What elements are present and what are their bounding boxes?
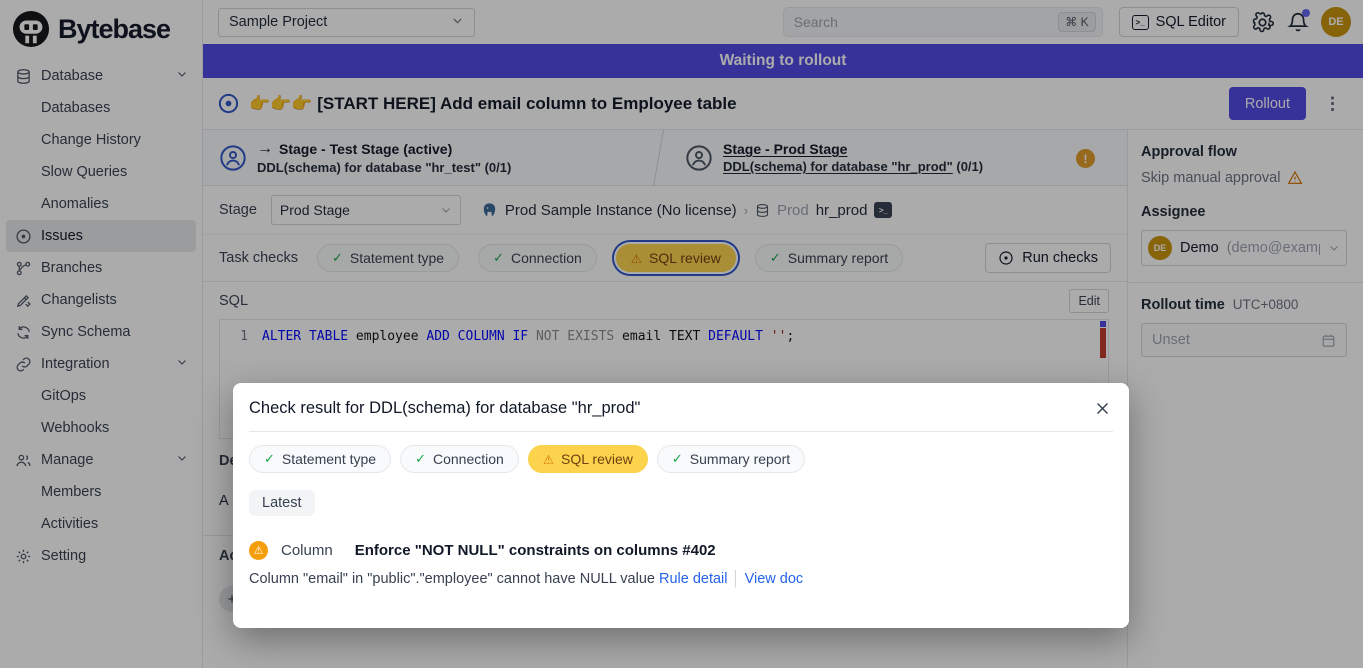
- check-pass-icon: ✓: [264, 451, 275, 467]
- modal-divider: [249, 431, 1113, 432]
- warning-circle-icon: ⚠: [249, 541, 268, 560]
- view-doc-link[interactable]: View doc: [745, 571, 804, 587]
- rule-detail-link[interactable]: Rule detail: [659, 571, 728, 587]
- check-result-row: ⚠ Column Enforce "NOT NULL" constraints …: [249, 541, 1113, 560]
- link-separator: │: [732, 571, 741, 587]
- close-icon[interactable]: [1091, 397, 1113, 419]
- result-detail: Column "email" in "public"."employee" ca…: [249, 571, 1113, 587]
- check-pass-icon: ✓: [672, 451, 683, 467]
- modal-tab-connection[interactable]: ✓ Connection: [400, 445, 519, 473]
- check-pass-icon: ✓: [415, 451, 426, 467]
- latest-badge: Latest: [249, 490, 315, 516]
- check-result-modal: Check result for DDL(schema) for databas…: [233, 383, 1129, 628]
- modal-check-tabs: ✓ Statement type ✓ Connection ⚠ SQL revi…: [249, 445, 1113, 473]
- result-rule-title: Enforce "NOT NULL" constraints on column…: [355, 542, 716, 559]
- modal-tab-summary-report[interactable]: ✓ Summary report: [657, 445, 805, 473]
- modal-title: Check result for DDL(schema) for databas…: [249, 399, 640, 418]
- warning-triangle-icon: ⚠: [543, 452, 554, 467]
- result-category: Column: [281, 542, 333, 559]
- modal-tab-statement-type[interactable]: ✓ Statement type: [249, 445, 391, 473]
- modal-tab-sql-review[interactable]: ⚠ SQL review: [528, 445, 648, 473]
